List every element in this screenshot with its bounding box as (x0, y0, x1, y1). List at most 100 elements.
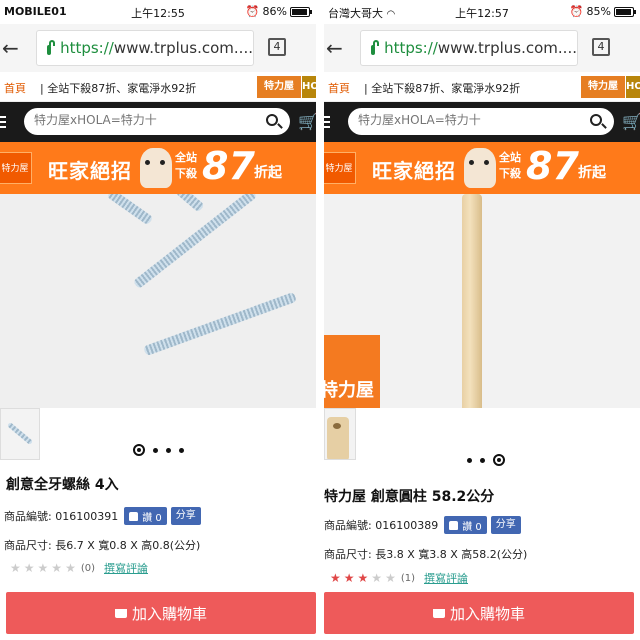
nav-badge-hola[interactable]: HOLA (302, 76, 316, 98)
carousel-dot[interactable] (467, 457, 472, 463)
thumbs-up-icon (449, 520, 459, 530)
banner-logo: 特力屋 (324, 152, 356, 184)
cart-icon (114, 608, 127, 618)
review-count: (1) (400, 572, 415, 584)
banner-title: 旺家絕招 (48, 159, 132, 183)
search-row: 🛒 (0, 102, 316, 142)
cart-icon[interactable]: 🛒 (622, 112, 640, 131)
nav-badge-trplus[interactable]: 特力屋 (581, 76, 625, 98)
tab-switcher-button[interactable]: 4 (268, 38, 286, 56)
size-label: 商品尺寸: 長6.7 X 寬0.8 X 高0.8(公分) (4, 539, 201, 552)
sku-label: 商品編號: 016100389 (324, 519, 439, 532)
menu-icon[interactable] (0, 116, 6, 128)
star-icon: ★ (371, 571, 383, 585)
facebook-share-button[interactable]: 分享 (490, 516, 521, 534)
search-box[interactable] (348, 108, 614, 135)
battery-icon (290, 6, 312, 17)
nav-home-link[interactable]: 首頁 (4, 80, 26, 96)
star-icon: ★ (23, 561, 35, 575)
back-arrow-icon[interactable]: ← (2, 36, 19, 60)
cart-icon (432, 608, 445, 618)
url-bar[interactable]: https://www.trplus.com.... (36, 30, 254, 66)
nav-strip: 首頁 | 全站下殺87折、家電淨水92折 特力屋 HOLA (324, 72, 640, 102)
browser-toolbar: ← https://www.trplus.com.... 4 (0, 24, 316, 72)
browser-toolbar: ← https://www.trplus.com.... 4 (324, 24, 640, 72)
star-icon: ★ (51, 561, 63, 575)
bulldog-mascot-icon (140, 148, 172, 188)
carousel-dot[interactable] (480, 457, 485, 463)
add-to-cart-button[interactable]: 加入購物車 (6, 592, 316, 634)
carousel-dot[interactable] (178, 447, 184, 453)
search-icon[interactable] (266, 114, 278, 126)
write-review-link[interactable]: 撰寫評論 (104, 560, 148, 576)
facebook-like-button[interactable]: 讚 0 (124, 507, 167, 525)
promo-banner[interactable]: 特力屋 旺家絕招 全站下殺 87 折起 (324, 142, 640, 194)
screw-image (175, 194, 205, 213)
url-scheme: https:// (384, 39, 438, 57)
battery-percent: 85% (586, 5, 611, 18)
search-box[interactable] (24, 108, 290, 135)
tab-switcher-button[interactable]: 4 (592, 38, 610, 56)
status-bar: 台灣大哥大 ◠ 上午12:57 ⏰ 85% (324, 0, 640, 24)
alarm-icon: ⏰ (245, 5, 260, 18)
product-title: 創意全牙螺絲 4入 (6, 477, 119, 493)
battery-percent: 86% (262, 5, 287, 18)
star-icon: ★ (330, 571, 341, 585)
back-arrow-icon[interactable]: ← (326, 36, 343, 60)
facebook-share-button[interactable]: 分享 (170, 507, 201, 525)
banner-title: 旺家絕招 (372, 159, 456, 183)
nav-strip: 首頁 | 全站下殺87折、家電淨水92折 特力屋 HOLA (0, 72, 316, 102)
product-image[interactable] (0, 194, 316, 408)
sku-row: 商品編號: 016100389 讚 0 分享 (324, 516, 521, 534)
search-icon[interactable] (590, 114, 602, 126)
screw-image (143, 291, 297, 357)
carousel-dot[interactable] (132, 444, 145, 456)
cart-icon[interactable]: 🛒 (298, 112, 316, 131)
status-right: ⏰ 86% (245, 5, 312, 18)
write-review-link[interactable]: 撰寫評論 (424, 570, 468, 586)
sku-row: 商品編號: 016100391 讚 0 分享 (4, 507, 201, 525)
banner-discount-suffix: 折起 (578, 165, 606, 181)
lock-icon (47, 40, 56, 55)
rating-row: ★ ★ ★ ★ ★ (1) 撰寫評論 (330, 570, 468, 586)
carousel-dots[interactable] (0, 440, 316, 460)
battery-icon (614, 6, 636, 17)
search-input[interactable] (358, 113, 578, 127)
nav-home-link[interactable]: 首頁 (328, 80, 350, 96)
banner-site-text: 全站下殺 (175, 151, 197, 180)
star-icon: ★ (37, 561, 49, 575)
carousel-dot[interactable] (493, 454, 505, 466)
menu-icon[interactable] (324, 116, 330, 128)
add-to-cart-button[interactable]: 加入購物車 (324, 592, 634, 634)
search-input[interactable] (34, 113, 254, 127)
facebook-like-button[interactable]: 讚 0 (444, 516, 487, 534)
banner-logo: 特力屋 (0, 152, 32, 184)
url-host: www.trplus.com.... (437, 39, 577, 57)
size-label: 商品尺寸: 長3.8 X 寬3.8 X 高58.2(公分) (324, 548, 528, 561)
brand-stamp-image: 特力屋 (324, 335, 380, 408)
url-bar[interactable]: https://www.trplus.com.... (360, 30, 578, 66)
banner-discount-number: 87 (526, 144, 579, 188)
sku-label: 商品編號: 016100391 (4, 510, 119, 523)
star-icon: ★ (65, 561, 76, 575)
promo-banner[interactable]: 特力屋 旺家絕招 全站下殺 87 折起 (0, 142, 316, 194)
nav-promo-text[interactable]: | 全站下殺87折、家電淨水92折 (40, 80, 196, 96)
carousel-dot[interactable] (152, 447, 158, 453)
thumbs-up-icon (129, 511, 139, 521)
search-row: 🛒 (324, 102, 640, 142)
nav-badge-trplus[interactable]: 特力屋 (257, 76, 301, 98)
panel-divider (316, 0, 324, 640)
product-title: 特力屋 創意圓柱 58.2公分 (324, 489, 495, 505)
nav-promo-text[interactable]: | 全站下殺87折、家電淨水92折 (364, 80, 520, 96)
product-image[interactable]: 特力屋 (324, 194, 640, 408)
alarm-icon: ⏰ (569, 5, 584, 18)
carousel-dots[interactable] (324, 450, 640, 470)
nav-badge-hola[interactable]: HOLA (626, 76, 640, 98)
phone-screen-right: 台灣大哥大 ◠ 上午12:57 ⏰ 85% ← https://www.trpl… (324, 0, 640, 640)
star-icon: ★ (343, 571, 355, 585)
bulldog-mascot-icon (464, 148, 496, 188)
carousel-dot[interactable] (165, 447, 171, 453)
url-scheme: https:// (60, 39, 114, 57)
dowel-image (462, 194, 482, 408)
status-right: ⏰ 85% (569, 5, 636, 18)
